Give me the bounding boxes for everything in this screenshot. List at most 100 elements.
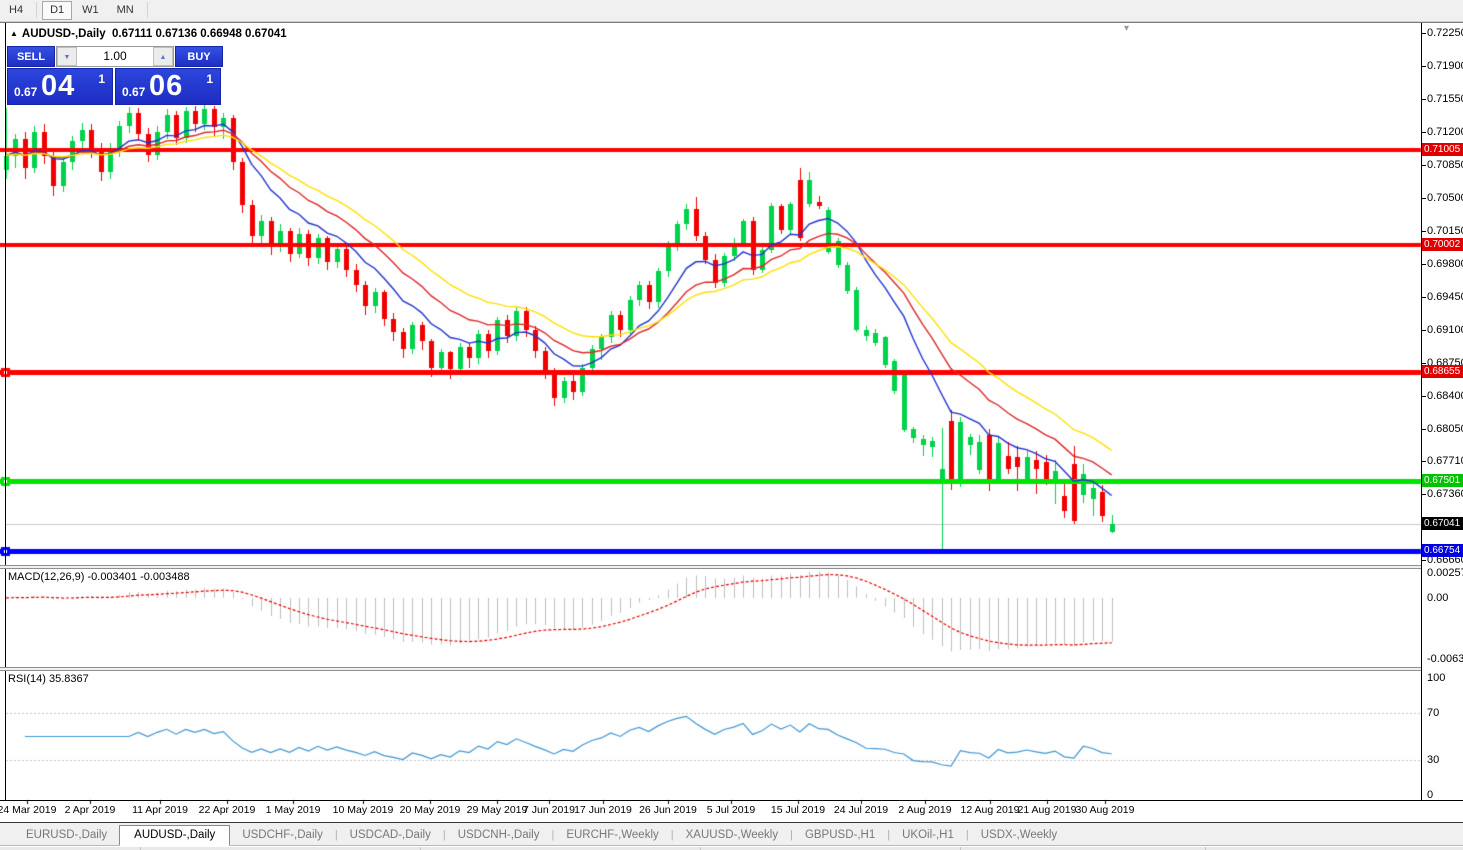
price-tick-mark	[1421, 363, 1426, 364]
price-tick-label: 0.68400	[1427, 390, 1463, 402]
macd-scale-label: 0.00	[1427, 592, 1448, 604]
timeframe-toolbar: H4 D1W1MN	[0, 0, 1463, 22]
sell-price-pip-digit: 1	[98, 72, 105, 86]
price-tick-label: 0.70150	[1427, 225, 1463, 237]
date-tick-label: 12 Aug 2019	[961, 804, 1020, 816]
chart-symbol-label: AUDUSD-,Daily	[22, 28, 106, 40]
price-line-label: 0.70002	[1422, 238, 1463, 251]
date-tick-label: 24 Jul 2019	[834, 804, 888, 816]
price-tick-label: 0.69450	[1427, 291, 1463, 303]
date-tick-label: 2 Apr 2019	[65, 804, 116, 816]
price-tick-mark	[1421, 560, 1426, 561]
rsi-value: 35.8367	[49, 673, 89, 685]
tab-gbpusd-h1[interactable]: GBPUSD-,H1	[793, 826, 887, 845]
date-tick-label: 26 Jun 2019	[639, 804, 697, 816]
price-tick-label: 0.71550	[1427, 93, 1463, 105]
chart-title: ▲ AUDUSD-,Daily 0.67111 0.67136 0.66948 0…	[10, 28, 287, 40]
volume-increase-button[interactable]: ▲	[153, 47, 173, 66]
timeframe-button-h4[interactable]: H4	[1, 1, 31, 20]
price-tick-mark	[1421, 132, 1426, 133]
rsi-label: RSI(14) 35.8367	[8, 673, 89, 685]
tab-xauusd-weekly[interactable]: XAUUSD-,Weekly	[674, 826, 790, 845]
tab-audusd-daily[interactable]: AUDUSD-,Daily	[119, 825, 230, 846]
volume-decrease-button[interactable]: ▼	[57, 47, 77, 66]
buy-button[interactable]: BUY	[175, 46, 223, 67]
price-tick-mark	[1421, 330, 1426, 331]
buy-price-button[interactable]: 0.67 06 1	[115, 68, 221, 105]
date-tick-label: 17 Jun 2019	[574, 804, 632, 816]
macd-scale-label: 0.002574	[1427, 567, 1463, 579]
date-tick-label: 2 Aug 2019	[898, 804, 951, 816]
date-tick-label: 15 Jul 2019	[771, 804, 825, 816]
tab-usdcnh-daily[interactable]: USDCNH-,Daily	[446, 826, 552, 845]
price-tick-mark	[1421, 264, 1426, 265]
toolbar-separator	[147, 2, 148, 18]
price-tick-mark	[1421, 429, 1426, 430]
date-tick-label: 21 Aug 2019	[1018, 804, 1077, 816]
tab-usdx-weekly[interactable]: USDX-,Weekly	[969, 826, 1069, 845]
price-tick-mark	[1421, 165, 1426, 166]
price-tick-label: 0.71200	[1427, 126, 1463, 138]
chart-left-border	[5, 23, 6, 800]
date-tick-label: 10 May 2019	[333, 804, 394, 816]
sell-price-button[interactable]: 0.67 04 1	[7, 68, 113, 105]
tab-ukoil-h1[interactable]: UKOil-,H1	[890, 826, 966, 845]
sell-button[interactable]: SELL	[7, 46, 55, 67]
date-tick-label: 1 May 2019	[266, 804, 321, 816]
tab-usdcad-daily[interactable]: USDCAD-,Daily	[338, 826, 443, 845]
macd-scale-label: -0.006326	[1427, 653, 1463, 665]
macd-splitter[interactable]	[0, 565, 1421, 569]
price-tick-label: 0.67360	[1427, 488, 1463, 500]
sell-price-prefix: 0.67	[14, 85, 37, 99]
buy-price-pip-digit: 1	[206, 72, 213, 86]
buy-price-prefix: 0.67	[122, 85, 145, 99]
tab-usdchf-daily[interactable]: USDCHF-,Daily	[230, 826, 335, 845]
date-tick-label: 7 Jun 2019	[523, 804, 575, 816]
volume-spinner: ▼ 1.00 ▲	[56, 46, 174, 67]
price-tick-mark	[1421, 231, 1426, 232]
timeframe-button-w1[interactable]: W1	[74, 1, 107, 20]
tab-eurusd-daily[interactable]: EURUSD-,Daily	[14, 826, 119, 845]
price-tick-label: 0.70500	[1427, 192, 1463, 204]
price-tick-label: 0.68050	[1427, 423, 1463, 435]
one-click-trade-panel: SELL ▼ 1.00 ▲ BUY 0.67 04 1 0.67 06 1	[7, 46, 223, 105]
price-tick-mark	[1421, 66, 1426, 67]
price-tick-mark	[1421, 33, 1426, 34]
date-tick-label: 20 May 2019	[400, 804, 461, 816]
price-tick-mark	[1421, 198, 1426, 199]
buy-price-big-digits: 06	[149, 70, 183, 103]
price-tick-label: 0.69100	[1427, 324, 1463, 336]
sell-price-big-digits: 04	[41, 70, 75, 103]
price-tick-mark	[1421, 461, 1426, 462]
rsi-scale-label: 0	[1427, 789, 1433, 801]
price-tick-label: 0.71900	[1427, 60, 1463, 72]
rsi-scale-label: 70	[1427, 707, 1439, 719]
date-tick-label: 5 Jul 2019	[707, 804, 755, 816]
chart-bottom-border	[0, 800, 1463, 801]
date-tick-label: 11 Apr 2019	[132, 804, 188, 816]
volume-input[interactable]: 1.00	[77, 47, 153, 66]
price-axis-divider	[1421, 23, 1422, 800]
macd-main-value: -0.003401	[87, 571, 137, 583]
chart-ohlc-values: 0.67111 0.67136 0.66948 0.67041	[112, 28, 287, 40]
rsi-scale-label: 100	[1427, 672, 1445, 684]
price-tick-mark	[1421, 494, 1426, 495]
price-line-label: 0.71005	[1422, 143, 1463, 156]
date-tick-label: 29 May 2019	[467, 804, 528, 816]
rsi-splitter[interactable]	[0, 667, 1421, 671]
price-tick-label: 0.70850	[1427, 159, 1463, 171]
tab-eurchf-weekly[interactable]: EURCHF-,Weekly	[554, 826, 670, 845]
macd-signal-value: -0.003488	[140, 571, 190, 583]
price-line-label: 0.66754	[1422, 544, 1463, 557]
date-tick-label: 24 Mar 2019	[0, 804, 56, 816]
chart-shift-icon[interactable]: ▾	[1124, 23, 1129, 34]
date-tick-label: 22 Apr 2019	[199, 804, 256, 816]
chart-canvas[interactable]	[0, 0, 1463, 850]
timeframe-button-d1[interactable]: D1	[42, 1, 72, 20]
timeframe-button-mn[interactable]: MN	[109, 1, 142, 20]
toolbar-separator	[36, 2, 37, 18]
price-tick-mark	[1421, 396, 1426, 397]
price-tick-label: 0.69800	[1427, 258, 1463, 270]
price-line-label: 0.67501	[1422, 474, 1463, 487]
collapse-arrow-icon: ▲	[10, 29, 18, 38]
